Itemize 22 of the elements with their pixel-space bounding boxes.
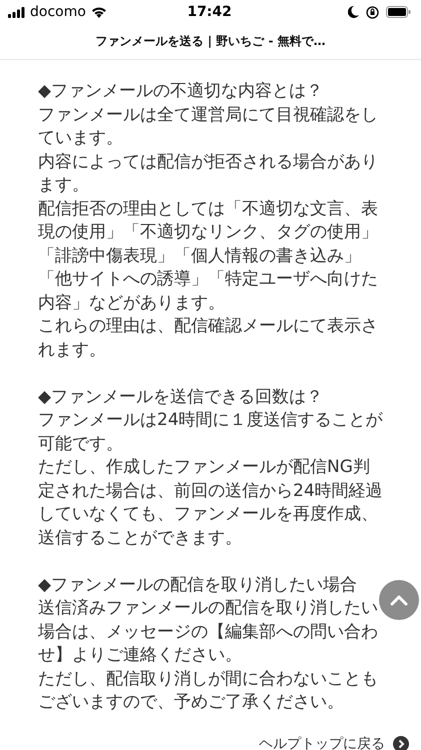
paragraph: ただし、作成したファンメールが配信NG判定された場合は、前回の送信から24時間経過していなくても、ファンメールを再度作成、送信することができます。 [38, 456, 384, 550]
wifi-icon [90, 6, 107, 18]
moon-icon [348, 6, 359, 18]
chevron-up-icon [390, 594, 408, 606]
signal-icon [8, 6, 25, 18]
section-heading: ◆ファンメールの配信を取り消したい場合 [38, 574, 358, 596]
section-heading: ◆ファンメールの不適切な内容とは？ [38, 80, 324, 103]
paragraph: ただし、配信取り消しが間に合わないこともございますので、予めご了承ください。 [38, 668, 379, 714]
carrier-name: docomo [30, 4, 86, 20]
paragraph: 内容によっては配信が拒否される場合があります。 [38, 150, 379, 197]
rotation-lock-icon [366, 6, 379, 18]
paragraph: 送信済みファンメールの配信を取り消したい場合は、メッセージの【編集部への問い合わせ】よりご連絡ください。 [38, 597, 379, 667]
battery-icon [386, 6, 411, 18]
paragraph: これらの理由は、配信確認メールにて表示されます。 [38, 315, 379, 362]
paragraph: 配信拒否の理由としては「不適切な文言、表現の使用」「不適切なリンク、タグの使用」「誹謗中傷表現」「個人情報の書き込み」「他サイトへの誘導」「特定ユーザへ向けた内容」などがあります。 [38, 198, 379, 314]
section-heading: ◆ファンメールを送信できる回数は？ [38, 386, 324, 408]
help-top-link[interactable]: ヘルプトップに戻る [259, 735, 385, 750]
paragraph: ファンメールは全て運営局にて目視確認をしています。 [38, 104, 379, 150]
scroll-top-button[interactable] [379, 580, 419, 620]
paragraph: ファンメールは24時間に１度送信することが可能です。 [38, 409, 384, 456]
status-time: 17:42 [187, 4, 232, 20]
page-title: ファンメールを送る | 野いちご - 無料で… [95, 33, 326, 50]
